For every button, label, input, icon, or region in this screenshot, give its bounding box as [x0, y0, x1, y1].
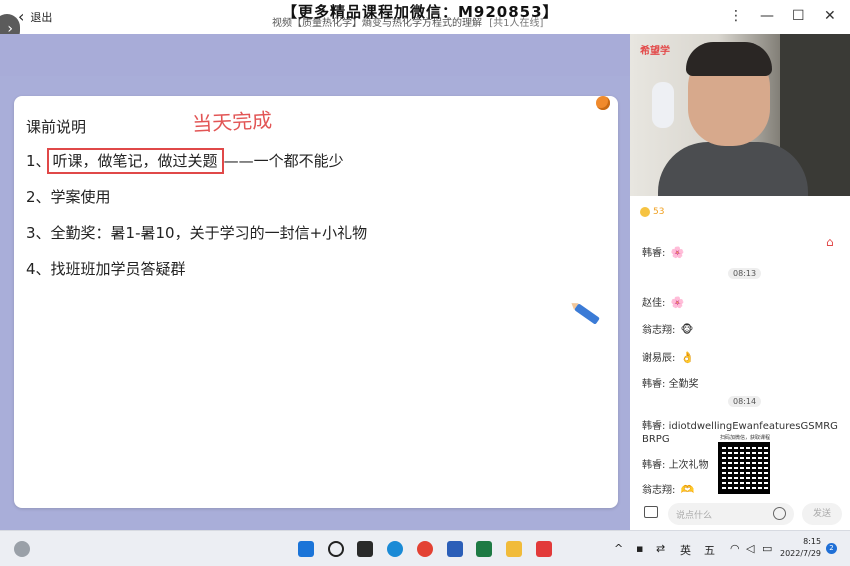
- chat-message: 韩睿: 🌸: [642, 244, 684, 259]
- chat-message: 韩睿: 上次礼物: [642, 456, 709, 471]
- edge-icon[interactable]: [387, 541, 403, 557]
- side-panel: 希望学 53 ⌂ 韩睿: 🌸 08:13 赵佳: 🌸 翁志翔: 🐵 谢易辰: 👌…: [630, 34, 850, 530]
- volume-icon[interactable]: ◁: [746, 542, 754, 555]
- highlighted-text: 听课，做笔记，做过关题: [46, 148, 224, 174]
- item-number: 2、: [26, 188, 51, 206]
- notification-badge[interactable]: 2: [826, 543, 837, 554]
- task-view-icon[interactable]: [357, 541, 373, 557]
- tray-language[interactable]: 英: [680, 542, 691, 558]
- item-text: 全勤奖：暑1-暑10，关于学习的一封信+小礼物: [50, 224, 368, 242]
- maximize-button[interactable]: ☐: [792, 8, 805, 24]
- home-icon[interactable]: ⌂: [826, 235, 834, 249]
- chat-sender: 翁志翔:: [642, 325, 676, 336]
- search-icon[interactable]: [328, 541, 344, 557]
- chat-sender: 韩睿:: [642, 460, 666, 471]
- teacher-hair: [686, 42, 772, 76]
- tray-chevron-icon[interactable]: ^: [614, 542, 623, 555]
- watermark-text: 【更多精品课程加微信：M920853】: [282, 3, 559, 21]
- chrome-icon[interactable]: [417, 541, 433, 557]
- item-number: 3、: [26, 224, 51, 242]
- chat-message: 赵佳: 🌸: [642, 294, 684, 309]
- clock-time: 8:15: [803, 537, 822, 546]
- send-button[interactable]: 发送: [802, 503, 842, 525]
- chat-text: 上次礼物: [668, 460, 709, 471]
- exit-button[interactable]: ‹ 退出: [18, 9, 52, 25]
- item-text: 找班班加学员答疑群: [50, 260, 186, 278]
- item-text: ——一个都不能少: [223, 152, 344, 170]
- qr-code-icon: [718, 442, 770, 494]
- slide-item-2: 2、学案使用: [26, 186, 111, 207]
- battery-icon[interactable]: ▭: [762, 542, 772, 555]
- teacher-video: 希望学: [630, 34, 850, 196]
- teacher-body: [658, 142, 808, 196]
- chat-sender: 韩睿:: [642, 248, 666, 259]
- windows-taskbar: ^ ▪ ⇄ 英 五 ◠ ◁ ▭ 8:15 2022/7/29 2: [0, 530, 850, 566]
- chat-sender: 赵佳:: [642, 298, 666, 309]
- chat-text: 🐵: [680, 323, 694, 336]
- chat-text: 👌: [680, 351, 695, 364]
- handwritten-note: 当天完成: [191, 107, 273, 137]
- item-number: 4、: [26, 260, 51, 278]
- word-icon[interactable]: [447, 541, 463, 557]
- file-explorer-icon[interactable]: [506, 541, 522, 557]
- chat-timestamp: 08:14: [728, 396, 762, 407]
- tray-ime[interactable]: 五: [704, 542, 715, 558]
- chat-message: 翁志翔: 🐵: [642, 321, 693, 336]
- excel-icon[interactable]: [476, 541, 492, 557]
- chat-bubble-icon[interactable]: [644, 506, 658, 518]
- wifi-icon[interactable]: ◠: [730, 542, 740, 555]
- close-button[interactable]: ✕: [824, 8, 836, 24]
- chat-text: 🫶: [680, 483, 695, 496]
- like-count: 53: [653, 207, 665, 217]
- chat-message: 谢易辰: 👌: [642, 349, 694, 364]
- system-clock[interactable]: 8:15 2022/7/29: [780, 536, 821, 560]
- slide-board: 课前说明 当天完成 1、 听课，做笔记，做过关题 ——一个都不能少 2、学案使用 3…: [14, 96, 618, 508]
- item-text: 学案使用: [50, 188, 111, 206]
- pin-icon: [596, 96, 610, 110]
- video-vase: [652, 82, 674, 128]
- chat-text: 🌸: [670, 246, 685, 259]
- start-icon[interactable]: [298, 541, 314, 557]
- stage-top-strip: [0, 34, 630, 76]
- xueersi-app-icon[interactable]: [536, 541, 552, 557]
- chat-sender: 翁志翔:: [642, 485, 676, 496]
- tray-network-adapter-icon[interactable]: ⇄: [656, 542, 665, 555]
- minimize-button[interactable]: —: [760, 8, 774, 24]
- chat-sender: 韩睿:: [642, 421, 666, 432]
- chat-sender: 韩睿:: [642, 379, 666, 390]
- tray-app-icon[interactable]: ▪: [636, 542, 643, 555]
- exit-label: 退出: [30, 11, 53, 24]
- chat-input-bar: 说点什么 发送: [630, 500, 850, 530]
- slide-item-3: 3、全勤奖：暑1-暑10，关于学习的一封信+小礼物: [26, 222, 367, 243]
- chat-text: 全勤奖: [668, 379, 699, 390]
- chat-timestamp: 08:13: [728, 268, 762, 279]
- like-icon: [640, 207, 650, 217]
- clock-date: 2022/7/29: [780, 549, 822, 558]
- pencil-icon[interactable]: [574, 303, 600, 325]
- brand-logo: 希望学: [640, 46, 670, 57]
- qr-caption: 扫码加微信，获取课程: [719, 435, 770, 441]
- like-counter[interactable]: 53: [640, 207, 664, 217]
- chat-sender: 谢易辰:: [642, 353, 676, 364]
- more-menu-icon[interactable]: ⋮: [729, 8, 743, 24]
- widgets-icon[interactable]: [14, 541, 30, 557]
- slide-heading: 课前说明: [26, 118, 87, 136]
- qr-code-overlay: 扫码加微信，获取课程: [718, 434, 772, 494]
- chat-text: 🌸: [670, 296, 685, 309]
- slide-item-1: 1、 听课，做笔记，做过关题 ——一个都不能少: [26, 148, 344, 174]
- slide-item-4: 4、找班班加学员答疑群: [26, 258, 186, 279]
- emoji-icon[interactable]: [773, 507, 786, 520]
- chat-message: 韩睿: 全勤奖: [642, 375, 699, 390]
- title-bar: ‹ 退出 视频【质量热化学】熵变与热化学方程式的理解 [共1人在线] 【更多精品…: [0, 0, 850, 34]
- chat-message: 翁志翔: 🫶: [642, 481, 694, 496]
- whiteboard-stage: 课前说明 当天完成 1、 听课，做笔记，做过关题 ——一个都不能少 2、学案使用 3…: [0, 34, 630, 530]
